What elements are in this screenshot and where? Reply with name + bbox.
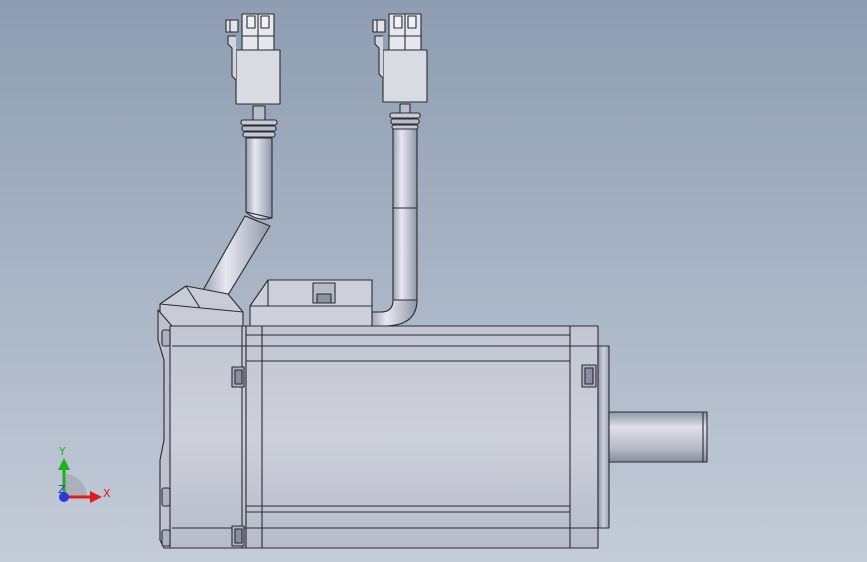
- cad-viewport[interactable]: Y X Z: [0, 0, 867, 562]
- y-axis-label: Y: [58, 445, 66, 458]
- encoder-boss: [249, 279, 373, 327]
- motor-drawing: Y X Z: [58, 13, 708, 549]
- encoder-connector: [372, 13, 428, 103]
- output-shaft: [608, 411, 708, 463]
- front-flange: [597, 345, 610, 529]
- power-connector: [225, 13, 281, 105]
- x-arrowhead-icon: [90, 491, 102, 503]
- coordinate-triad: Y X Z: [58, 445, 111, 503]
- y-arrowhead-icon: [58, 458, 70, 470]
- x-axis-label: X: [103, 487, 111, 500]
- power-boss: [159, 285, 244, 331]
- z-axis-label: Z: [58, 483, 66, 496]
- power-cable: [201, 105, 278, 301]
- encoder-cable: [369, 103, 421, 327]
- motor-housing: [157, 309, 599, 549]
